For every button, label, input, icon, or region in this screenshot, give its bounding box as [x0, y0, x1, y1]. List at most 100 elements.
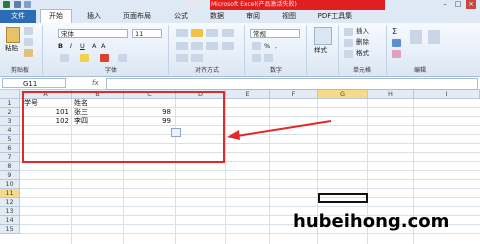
group-separator	[386, 25, 387, 75]
cut-icon[interactable]	[24, 27, 33, 35]
styles-icon[interactable]	[314, 27, 332, 45]
window-title: 工作簿1 - Microsoft Excel(产品激活失败)	[183, 1, 297, 8]
group-separator	[168, 25, 169, 75]
row-header[interactable]: 15	[0, 225, 20, 234]
decrease-indent-icon[interactable]	[176, 54, 188, 62]
styles-button-label[interactable]: 样式	[314, 46, 327, 55]
gridline	[20, 188, 480, 189]
grow-font-icon[interactable]: A	[92, 42, 96, 51]
number-group-label: 数字	[269, 67, 282, 74]
row-header[interactable]: 2	[0, 108, 20, 117]
column-header[interactable]: E	[226, 90, 270, 99]
paste-button-label[interactable]: 粘贴	[5, 44, 18, 53]
paste-icon[interactable]	[6, 27, 20, 43]
tab-pdf-tools[interactable]: PDF工具集	[310, 10, 360, 23]
decrease-decimal-icon[interactable]	[264, 54, 273, 62]
tab-insert[interactable]: 插入	[80, 10, 108, 23]
comma-style-icon[interactable]: ,	[275, 42, 277, 51]
row-header[interactable]: 13	[0, 207, 20, 216]
group-separator	[42, 25, 43, 75]
bold-icon[interactable]: B	[58, 42, 63, 51]
merge-center-icon[interactable]	[222, 42, 234, 50]
clear-icon[interactable]	[392, 50, 401, 58]
format-painter-icon[interactable]	[24, 49, 33, 57]
increase-decimal-icon[interactable]	[252, 54, 261, 62]
active-cell-selection[interactable]	[318, 193, 368, 203]
number-format-select[interactable]: 常规	[250, 29, 300, 38]
row-header[interactable]: 4	[0, 126, 20, 135]
editing-group-label: 编辑	[413, 67, 426, 74]
font-group-label: 字体	[104, 67, 117, 74]
align-middle-icon[interactable]	[191, 29, 203, 37]
gridline	[20, 197, 480, 198]
row-header[interactable]: 10	[0, 180, 20, 189]
maximize-icon[interactable]: □	[453, 0, 463, 9]
percent-icon[interactable]: %	[264, 42, 270, 51]
find-select-icon[interactable]	[428, 30, 440, 44]
tab-review[interactable]: 审阅	[238, 10, 268, 23]
group-separator	[338, 25, 339, 75]
align-top-icon[interactable]	[176, 29, 188, 37]
increase-indent-icon[interactable]	[191, 54, 203, 62]
alignment-group-label: 对齐方式	[194, 67, 219, 74]
align-right-icon[interactable]	[206, 42, 218, 50]
column-header[interactable]: I	[414, 90, 480, 99]
tab-formulas[interactable]: 公式	[166, 10, 196, 23]
tab-file[interactable]: 文件	[0, 10, 36, 23]
formula-input[interactable]	[106, 78, 478, 90]
row-header[interactable]: 6	[0, 144, 20, 153]
delete-button-label[interactable]: 删除	[356, 38, 369, 47]
minimize-icon[interactable]: –	[440, 0, 450, 9]
row-header[interactable]: 8	[0, 162, 20, 171]
row-header[interactable]: 3	[0, 117, 20, 126]
format-button-label[interactable]: 格式	[356, 49, 369, 58]
gridline	[20, 179, 480, 180]
row-header[interactable]: 7	[0, 153, 20, 162]
border-icon[interactable]	[60, 54, 69, 62]
align-center-icon[interactable]	[191, 42, 203, 50]
row-header[interactable]: 1	[0, 99, 20, 108]
phonetic-icon[interactable]	[118, 54, 127, 62]
shrink-font-icon[interactable]: A	[101, 42, 105, 51]
name-box[interactable]: G11	[2, 78, 66, 88]
italic-icon[interactable]: I	[70, 42, 72, 51]
column-header[interactable]: F	[270, 90, 318, 99]
row-header-active[interactable]: 11	[0, 189, 20, 198]
tab-home[interactable]: 开始	[40, 9, 72, 24]
tab-view[interactable]: 视图	[274, 10, 304, 23]
row-header[interactable]: 14	[0, 216, 20, 225]
align-bottom-icon[interactable]	[206, 29, 218, 37]
insert-cells-icon[interactable]	[344, 28, 353, 36]
group-separator	[244, 25, 245, 75]
insert-button-label[interactable]: 插入	[356, 27, 369, 36]
watermark: hubeihong.com	[293, 211, 450, 232]
close-icon[interactable]: ×	[466, 0, 476, 9]
format-cells-icon[interactable]	[344, 50, 353, 58]
font-name-select[interactable]: 宋体	[58, 29, 128, 38]
cells-group-label: 单元格	[352, 67, 371, 74]
align-left-icon[interactable]	[176, 42, 188, 50]
row-header[interactable]: 9	[0, 171, 20, 180]
currency-icon[interactable]	[252, 42, 261, 50]
fill-icon[interactable]	[392, 39, 401, 47]
tab-data[interactable]: 数据	[202, 10, 232, 23]
row-header[interactable]: 12	[0, 198, 20, 207]
clipboard-group-label: 剪贴板	[10, 67, 29, 74]
wrap-text-icon[interactable]	[222, 29, 234, 37]
font-color-icon[interactable]	[100, 54, 109, 62]
row-header[interactable]: 5	[0, 135, 20, 144]
column-header[interactable]: H	[368, 90, 414, 99]
select-all-corner[interactable]	[0, 90, 20, 99]
group-separator	[306, 25, 307, 75]
annotation-arrow	[227, 120, 332, 140]
underline-icon[interactable]: U	[80, 42, 85, 51]
delete-cells-icon[interactable]	[344, 39, 353, 47]
fill-color-icon[interactable]	[80, 54, 89, 62]
font-size-select[interactable]: 11	[132, 29, 162, 38]
fx-icon[interactable]: fx	[92, 78, 104, 88]
autosum-icon[interactable]: Σ	[392, 27, 397, 36]
column-header-active[interactable]: G	[318, 90, 368, 99]
sort-filter-icon[interactable]	[410, 30, 422, 44]
tab-page-layout[interactable]: 页面布局	[114, 10, 160, 23]
copy-icon[interactable]	[24, 38, 33, 46]
